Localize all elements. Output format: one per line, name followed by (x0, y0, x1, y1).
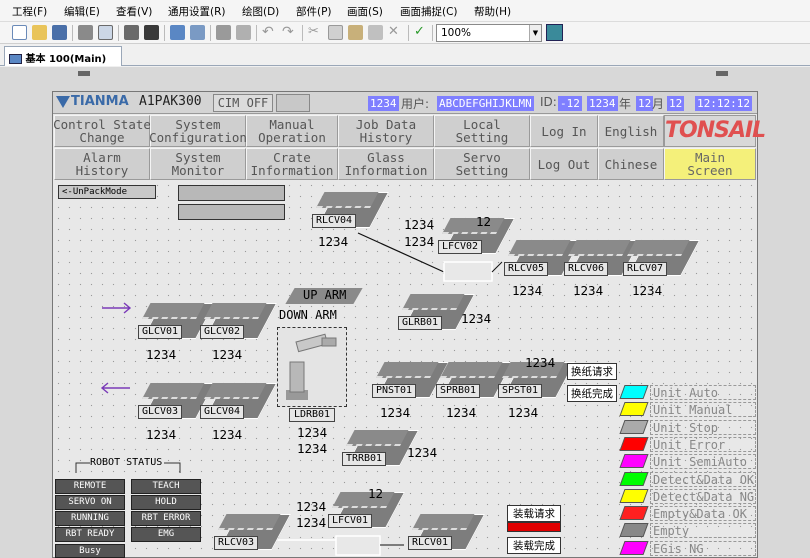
legend-swatch (619, 419, 649, 434)
rlcv06-count: 1234 (573, 283, 604, 298)
legend-label: Unit Stop (650, 419, 756, 435)
spst01-count-2: 1234 (525, 355, 556, 370)
unit-label: RLCV05 (504, 262, 548, 276)
status-emg: EMG (131, 527, 201, 542)
legend-label: EGis NG (650, 540, 756, 556)
unit-rlcv03[interactable]: RLCV03 (212, 514, 292, 554)
legend-swatch (619, 540, 649, 555)
legend-label: Unit SemiAuto (650, 454, 756, 470)
unit-label: TRRB01 (342, 452, 386, 466)
unit-label: RLCV01 (408, 536, 452, 550)
unit-label: GLCV01 (138, 325, 182, 339)
status-running: RUNNING (55, 511, 125, 526)
status-servo-on: SERVO ON (55, 495, 125, 510)
lfcv01-small-count: 12 (368, 486, 384, 501)
up-arm-label: UP ARM (303, 288, 347, 302)
glcv02-count: 1234 (212, 347, 243, 362)
load-status-indicator (507, 522, 561, 532)
trrb01-count: 1234 (407, 445, 438, 460)
status-rbt-error: RBT ERROR (131, 511, 201, 526)
unit-glrb01[interactable]: GLRB01 (396, 294, 476, 334)
legend-label: Detect&Data NG (650, 488, 756, 504)
legend-label: Unit Error (650, 436, 756, 452)
spst01-count-1: 1234 (508, 405, 539, 420)
legend-label: Empty (650, 523, 756, 539)
status-hold: HOLD (131, 495, 201, 510)
glcv01-count: 1234 (146, 347, 177, 362)
status-teach: TEACH (131, 479, 201, 494)
rlcv05-count: 1234 (512, 283, 543, 298)
unit-label: RLCV03 (214, 536, 258, 550)
lfcv01-count-2: 1234 (296, 515, 327, 530)
legend-swatch (619, 436, 649, 451)
unit-label: LFCV02 (438, 240, 482, 254)
robot-status-title: ROBOT STATUS (90, 457, 163, 468)
unit-label: GLCV03 (138, 405, 182, 419)
ldrb01-label[interactable]: LDRB01 (289, 408, 335, 422)
unit-label: RLCV07 (623, 262, 667, 276)
glcv04-count: 1234 (212, 427, 243, 442)
unit-label: GLRB01 (398, 316, 442, 330)
lfcv01-count-1: 1234 (296, 499, 327, 514)
legend-swatch (619, 488, 649, 503)
robot-arm-icon (286, 333, 337, 400)
unit-pnst01[interactable]: PNST01 (370, 362, 450, 402)
glcv03-count: 1234 (146, 427, 177, 442)
unit-label: SPST01 (498, 384, 542, 398)
unit-label: GLCV02 (200, 325, 244, 339)
down-arm-label: DOWN ARM (279, 308, 337, 322)
unit-rlcv05[interactable]: RLCV05 (502, 240, 582, 280)
rlcv07-count: 1234 (632, 283, 663, 298)
status-rbt-ready: RBT READY (55, 527, 125, 542)
legend-swatch (619, 471, 649, 486)
unit-label: RLCV04 (312, 214, 356, 228)
unit-label: PNST01 (372, 384, 416, 398)
rlcv04-count: 1234 (318, 234, 349, 249)
unit-rlcv07[interactable]: RLCV07 (621, 240, 701, 280)
unit-label: RLCV06 (564, 262, 608, 276)
robot-image-frame (277, 327, 347, 407)
unit-label: GLCV04 (200, 405, 244, 419)
legend-label: Empty&Data OK (650, 506, 756, 522)
unit-sprb01[interactable]: SPRB01 (434, 362, 514, 402)
legend-swatch (619, 385, 649, 399)
legend-swatch (619, 506, 649, 521)
unit-glcv02[interactable]: GLCV02 (198, 303, 278, 343)
sprb01-count: 1234 (446, 405, 477, 420)
status-busy: Busy (55, 544, 125, 558)
ldrb01-count-1: 1234 (297, 425, 328, 440)
load-request-button[interactable]: 装载请求 (507, 505, 561, 522)
legend-label: Unit Auto (650, 385, 756, 400)
unit-rlcv06[interactable]: RLCV06 (562, 240, 642, 280)
glrb01-count: 1234 (461, 311, 492, 326)
ldrb01-count-2: 1234 (297, 441, 328, 456)
paper-change-request-button[interactable]: 换纸请求 (567, 363, 617, 380)
lfcv02-count-2: 1234 (404, 234, 435, 249)
unit-trrb01[interactable]: TRRB01 (340, 430, 420, 470)
paper-change-done-button[interactable]: 换纸完成 (567, 385, 617, 402)
unit-glcv01[interactable]: GLCV01 (136, 303, 216, 343)
legend-label: Unit Manual (650, 402, 756, 418)
unit-rlcv01[interactable]: RLCV01 (406, 514, 486, 554)
status-remote: REMOTE (55, 479, 125, 494)
pnst01-count: 1234 (380, 405, 411, 420)
lfcv02-small-count: 12 (476, 214, 492, 229)
unit-label: SPRB01 (436, 384, 480, 398)
legend-label: Detect&Data OK (650, 471, 756, 487)
unit-rlcv04[interactable]: RLCV04 (310, 192, 390, 232)
lfcv02-count-1: 1234 (404, 217, 435, 232)
unit-glcv03[interactable]: GLCV03 (136, 383, 216, 423)
load-done-button[interactable]: 装载完成 (507, 537, 561, 554)
unit-glcv04[interactable]: GLCV04 (198, 383, 278, 423)
unit-label: LFCV01 (328, 514, 372, 528)
